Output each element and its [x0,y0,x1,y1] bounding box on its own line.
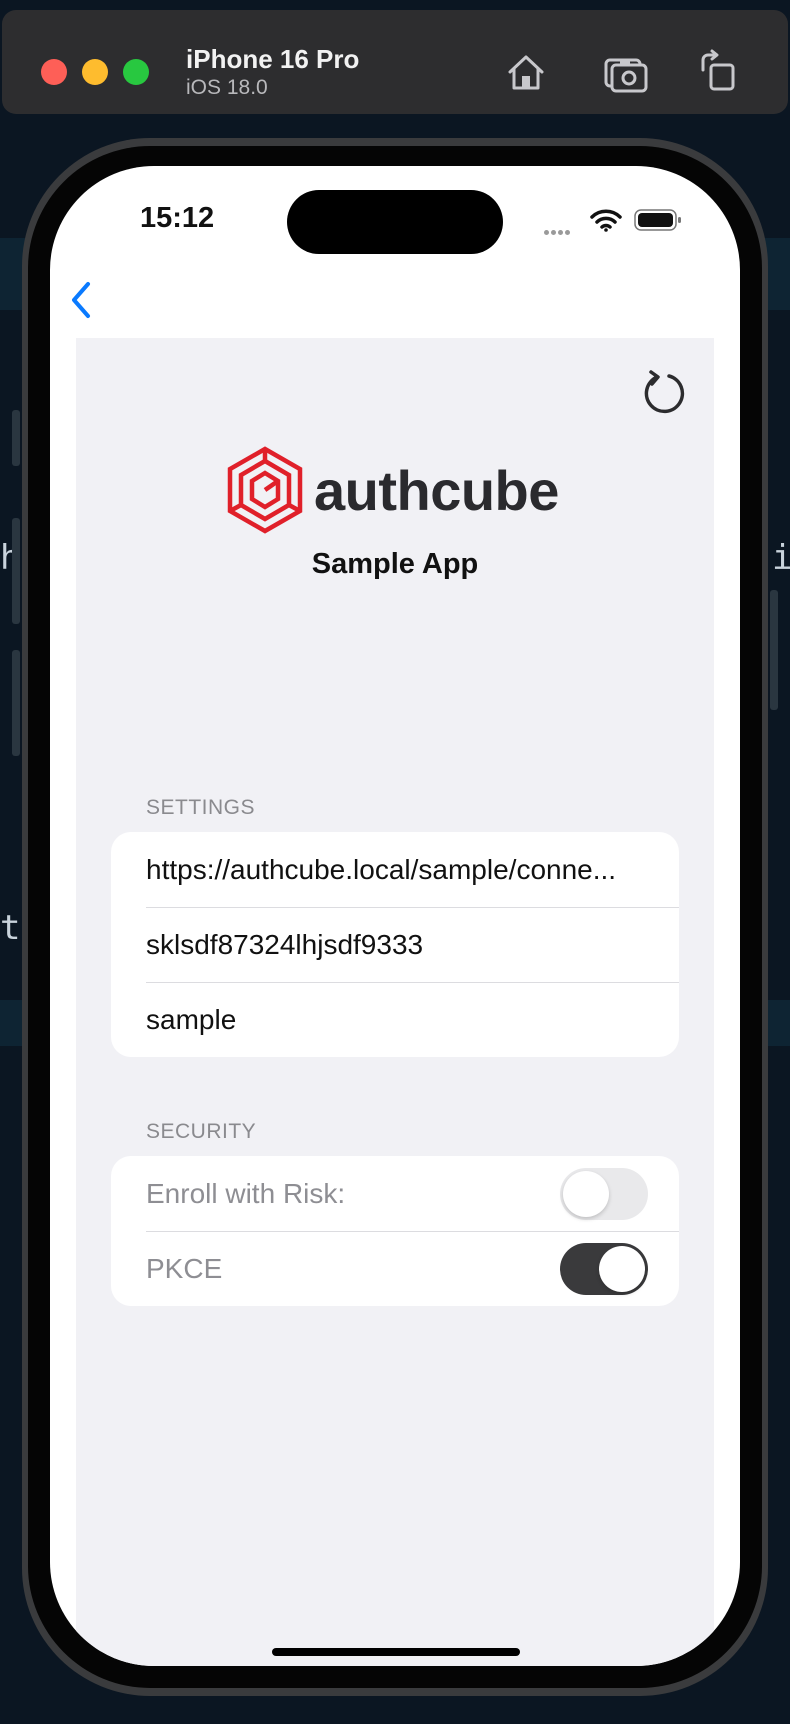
background-tab [12,650,20,756]
client-id-field[interactable]: sklsdf87324lhjsdf9333 [146,907,423,982]
security-group: Enroll with Risk: PKCE [111,1156,679,1306]
toggle-knob [563,1171,609,1217]
os-version: iOS 18.0 [186,76,268,99]
screenshot-icon[interactable] [602,48,650,96]
authcube-logo-icon [227,446,303,534]
background-tab [12,410,20,466]
scope-field[interactable]: sample [146,982,236,1057]
brand-logo: authcube [226,446,559,534]
pkce-toggle[interactable] [560,1243,648,1295]
cellular-signal-icon [544,222,578,235]
security-header: SECURITY [146,1120,257,1143]
server-url-field[interactable]: https://authcube.local/sample/conne... [146,832,616,907]
battery-icon [634,208,682,232]
pkce-label: PKCE [146,1253,223,1284]
home-icon[interactable] [502,48,550,96]
device-name: iPhone 16 Pro [186,44,360,74]
back-chevron-icon[interactable] [64,278,100,322]
background-tab [770,590,778,710]
app-title: Sample App [311,548,479,580]
settings-header: SETTINGS [146,796,256,819]
reload-icon[interactable] [640,368,688,416]
simulator-title-bar: iPhone 16 Pro iOS 18.0 [2,10,788,114]
rotate-icon[interactable] [694,48,742,96]
minimize-window-button[interactable] [82,59,108,85]
home-indicator [272,1648,520,1656]
background-char: t [0,908,21,948]
security-row-enroll-risk: Enroll with Risk: [111,1156,679,1231]
main-content: authcube Sample App SETTINGS https://aut… [76,338,714,1666]
settings-row-client-id[interactable]: sklsdf87324lhjsdf9333 [111,907,679,982]
status-time: 15:12 [140,202,215,234]
dynamic-island [287,190,503,254]
enroll-risk-toggle[interactable] [560,1168,648,1220]
zoom-window-button[interactable] [123,59,149,85]
background-tab [12,518,20,624]
enroll-risk-label: Enroll with Risk: [146,1178,346,1209]
wifi-icon [590,208,622,232]
settings-group: https://authcube.local/sample/conne... s… [111,832,679,1057]
background-char: i [772,538,790,578]
security-row-pkce: PKCE [111,1231,679,1306]
settings-row-url[interactable]: https://authcube.local/sample/conne... [111,832,679,907]
phone-screen: 15:12 authcube Sample App SETTINGS https… [50,166,740,1666]
settings-row-scope[interactable]: sample [111,982,679,1057]
brand-name: authcube [314,458,559,522]
close-window-button[interactable] [41,59,67,85]
toggle-knob [599,1246,645,1292]
